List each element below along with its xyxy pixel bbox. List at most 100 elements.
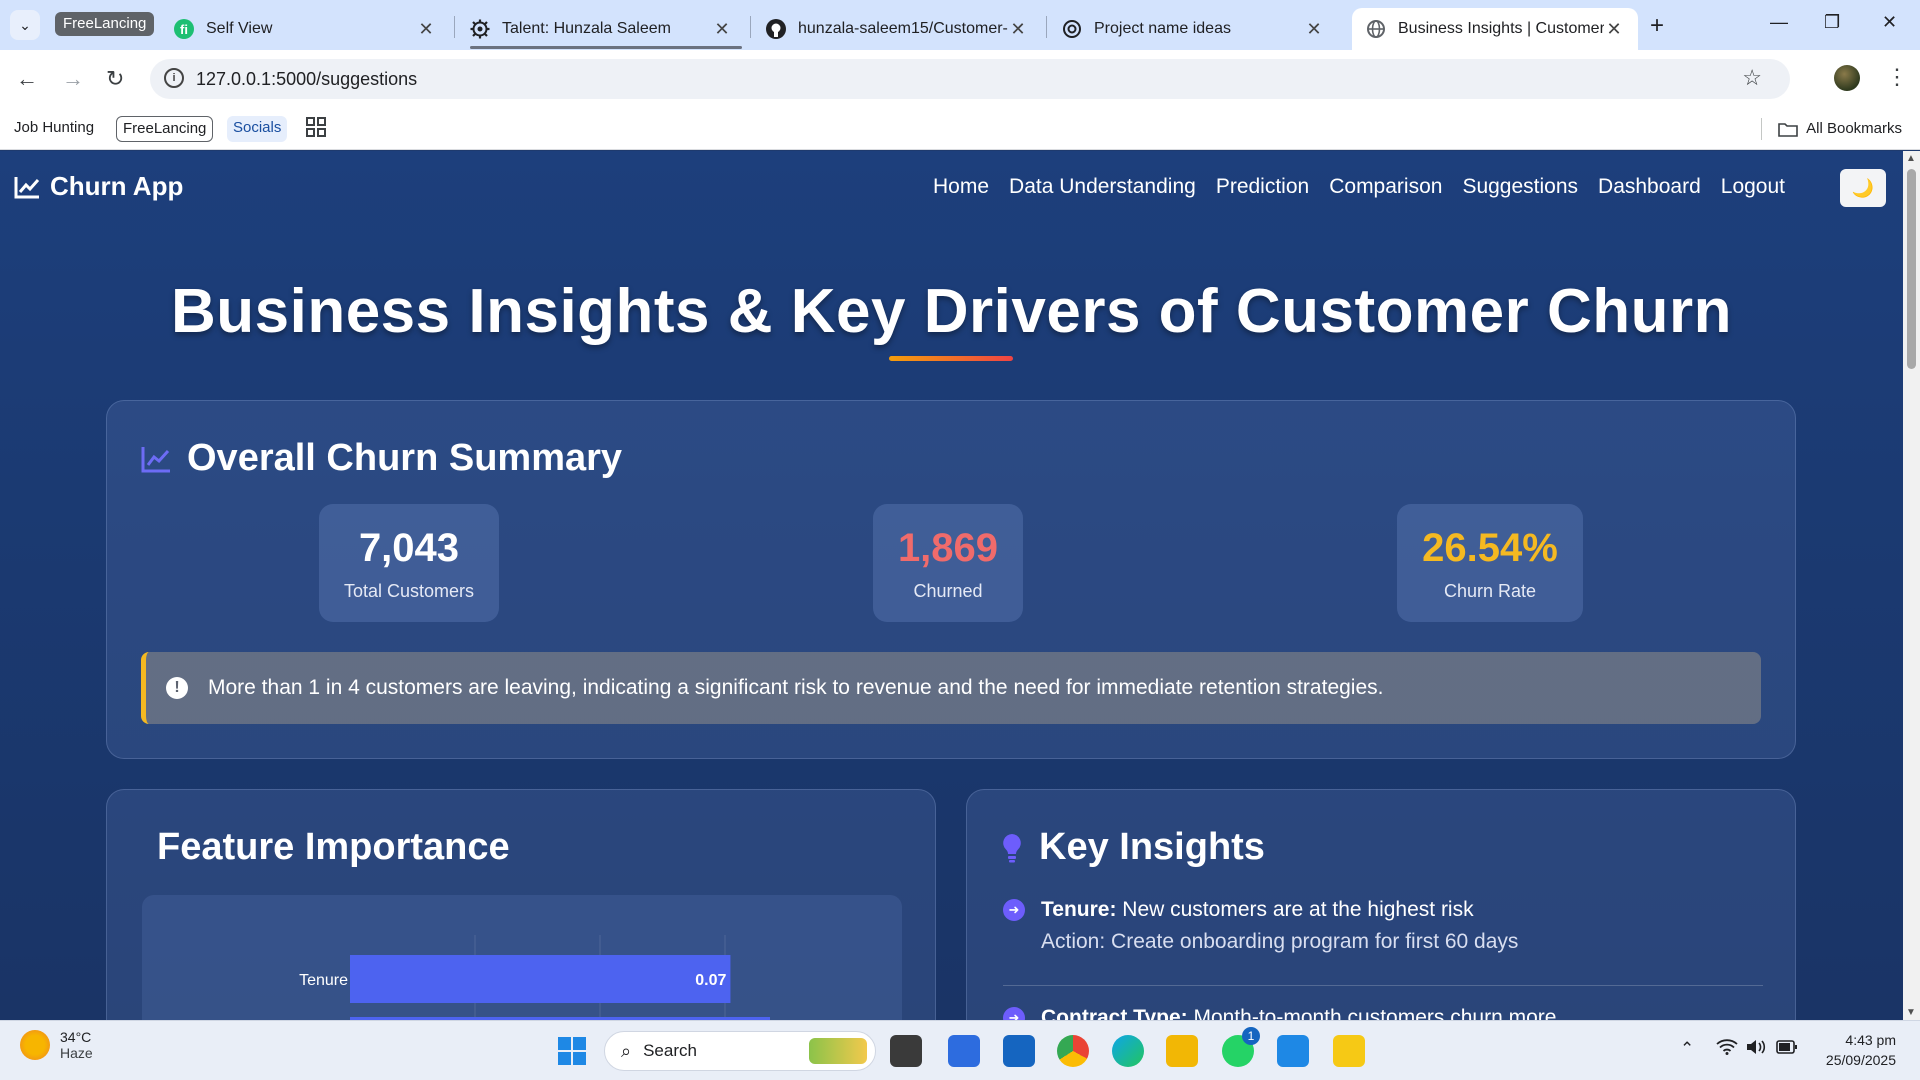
- tab-search-icon[interactable]: ⌄: [10, 10, 40, 40]
- browser-toolbar: ← → ↻ i 127.0.0.1:5000/suggestions ☆: [0, 50, 1920, 108]
- vscode-icon[interactable]: [1277, 1035, 1309, 1067]
- search-placeholder: Search: [643, 1041, 697, 1060]
- churn-summary-card: Overall Churn Summary 7,043 Total Custom…: [106, 400, 1796, 759]
- address-bar[interactable]: i 127.0.0.1:5000/suggestions ☆: [150, 59, 1790, 99]
- app-icon[interactable]: [1003, 1035, 1035, 1067]
- new-tab-icon[interactable]: +: [1650, 12, 1664, 40]
- bookmark-folder-freelancing[interactable]: FreeLancing: [116, 116, 214, 142]
- nav-comparison[interactable]: Comparison: [1329, 175, 1442, 199]
- scroll-up-icon[interactable]: ▲: [1906, 153, 1916, 164]
- insight-heading: Contract Type: Month-to-month customers …: [1041, 1006, 1763, 1020]
- exclamation-icon: !: [166, 677, 188, 699]
- file-explorer-icon[interactable]: [1166, 1035, 1198, 1067]
- stat-value: 7,043: [358, 526, 460, 570]
- github-icon: [766, 19, 786, 39]
- key-insights-title-text: Key Insights: [1039, 826, 1265, 868]
- page-viewport: Churn App Home Data Understanding Predic…: [0, 151, 1903, 1020]
- windows-start-icon[interactable]: [556, 1035, 588, 1067]
- chart-category-label: Tenure: [299, 972, 348, 989]
- window-close-icon[interactable]: ✕: [1882, 12, 1897, 33]
- taskbar-search[interactable]: ⌕ Search: [604, 1031, 876, 1071]
- forward-icon[interactable]: →: [62, 66, 84, 92]
- tab-separator: [1046, 16, 1047, 38]
- tab-business-insights[interactable]: Business Insights | Customer Ch ✕: [1352, 8, 1638, 50]
- bookmark-star-icon[interactable]: ☆: [1742, 65, 1762, 91]
- key-insights-title: Key Insights: [1001, 826, 1265, 869]
- url-text[interactable]: 127.0.0.1:5000/suggestions: [196, 69, 417, 90]
- arrow-right-icon: ➜: [1003, 1007, 1025, 1020]
- tab-github[interactable]: hunzala-saleem15/Customer-R ✕: [752, 8, 1042, 50]
- chrome-icon[interactable]: [1057, 1035, 1089, 1067]
- wifi-icon[interactable]: [1716, 1039, 1738, 1060]
- insight-heading: Tenure: New customers are at the highest…: [1041, 898, 1763, 922]
- all-bookmarks-label: All Bookmarks: [1806, 120, 1902, 137]
- title-underline: [889, 356, 1013, 361]
- insight-text: Month-to-month customers churn more: [1187, 1006, 1557, 1020]
- chart-line-icon: [141, 446, 170, 472]
- microsoft-store-icon[interactable]: [948, 1035, 980, 1067]
- moon-icon: 🌙: [1851, 177, 1875, 198]
- scroll-down-icon[interactable]: ▼: [1906, 1007, 1916, 1018]
- tray-overflow-icon[interactable]: ⌃: [1680, 1039, 1694, 1059]
- theme-toggle-button[interactable]: 🌙: [1840, 169, 1886, 207]
- tab-self-view[interactable]: fi Self View ✕: [160, 8, 450, 50]
- tab-loading-indicator: [470, 46, 742, 49]
- edge-icon[interactable]: [1112, 1035, 1144, 1067]
- stat-total-customers: 7,043 Total Customers: [319, 504, 499, 622]
- search-highlight-image: [809, 1038, 867, 1064]
- insight-action: Action: Create onboarding program for fi…: [1041, 930, 1519, 953]
- restore-icon[interactable]: ❐: [1824, 12, 1840, 33]
- browser-menu-icon[interactable]: ⋮: [1886, 64, 1908, 90]
- clock-date: 25/09/2025: [1825, 1052, 1896, 1068]
- stat-label: Churned: [913, 581, 983, 601]
- stat-churn-rate: 26.54% Churn Rate: [1397, 504, 1583, 622]
- bookmark-job-hunting[interactable]: Job Hunting: [8, 116, 100, 142]
- close-icon[interactable]: ✕: [1008, 19, 1028, 40]
- tab-talent[interactable]: Talent: Hunzala Saleem ✕: [456, 8, 746, 50]
- nav-home[interactable]: Home: [933, 175, 989, 199]
- tab-project-ideas[interactable]: Project name ideas ✕: [1048, 8, 1338, 50]
- taskbar-clock[interactable]: 4:43 pm 25/09/2025: [1826, 1030, 1896, 1070]
- insight-item: ➜ Contract Type: Month-to-month customer…: [1003, 1006, 1763, 1020]
- churn-alert: ! More than 1 in 4 customers are leaving…: [141, 652, 1761, 724]
- site-info-icon[interactable]: i: [164, 68, 184, 88]
- insight-text: New customers are at the highest risk: [1116, 898, 1474, 921]
- folder-icon: [1778, 123, 1798, 137]
- sticky-notes-icon[interactable]: [1333, 1035, 1365, 1067]
- back-icon[interactable]: ←: [16, 66, 38, 92]
- page-title: Business Insights & Key Drivers of Custo…: [170, 277, 1733, 346]
- windows-taskbar: 34°C Haze ⌕ Search 1 ⌃ 4:43 pm 25/09/202…: [0, 1020, 1920, 1080]
- notification-badge: 1: [1242, 1027, 1260, 1045]
- reload-icon[interactable]: ↻: [106, 66, 124, 92]
- close-icon[interactable]: ✕: [712, 19, 732, 40]
- minimize-icon[interactable]: —: [1770, 12, 1788, 33]
- tab-group-chip[interactable]: FreeLancing: [55, 12, 155, 36]
- tab-separator: [454, 16, 455, 38]
- whatsapp-icon[interactable]: 1: [1222, 1027, 1260, 1067]
- nav-dashboard[interactable]: Dashboard: [1598, 175, 1701, 199]
- nav-logout[interactable]: Logout: [1721, 175, 1785, 199]
- weather-widget[interactable]: 34°C Haze: [20, 1029, 93, 1061]
- volume-icon[interactable]: [1746, 1039, 1766, 1060]
- all-bookmarks[interactable]: All Bookmarks: [1761, 116, 1902, 142]
- nav-prediction[interactable]: Prediction: [1216, 175, 1309, 199]
- gear-icon: [470, 19, 490, 39]
- close-icon[interactable]: ✕: [1604, 19, 1624, 40]
- task-view-icon[interactable]: [890, 1035, 922, 1067]
- scrollbar-thumb[interactable]: [1907, 169, 1916, 369]
- page-scrollbar[interactable]: ▲ ▼: [1903, 151, 1920, 1020]
- profile-avatar[interactable]: [1834, 65, 1860, 91]
- nav-suggestions[interactable]: Suggestions: [1462, 175, 1578, 199]
- bookmark-folder-socials[interactable]: Socials: [227, 116, 288, 142]
- brand-link[interactable]: Churn App: [14, 171, 183, 202]
- tab-title: Business Insights | Customer Ch: [1398, 20, 1604, 37]
- battery-icon[interactable]: [1776, 1039, 1798, 1059]
- apps-grid-icon[interactable]: [306, 117, 326, 143]
- nav-data-understanding[interactable]: Data Understanding: [1009, 175, 1196, 199]
- chart-bar[interactable]: [350, 955, 731, 1003]
- close-icon[interactable]: ✕: [416, 19, 436, 40]
- bookmark-separator: [1761, 118, 1763, 140]
- nav-links: Home Data Understanding Prediction Compa…: [933, 175, 1785, 199]
- close-icon[interactable]: ✕: [1304, 19, 1324, 40]
- svg-text:fi: fi: [180, 22, 188, 37]
